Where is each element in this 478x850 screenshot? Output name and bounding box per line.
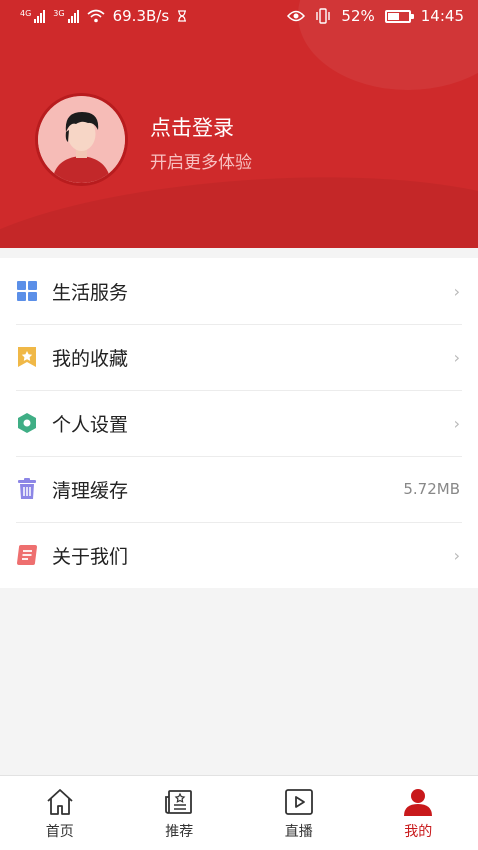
status-bar: 4G 3G 69.3B/s 52% 14:45 — [0, 0, 478, 32]
tab-label: 首页 — [45, 824, 74, 840]
tab-label: 直播 — [284, 824, 313, 840]
login-prompt[interactable]: 点击登录 — [150, 112, 234, 142]
news-icon — [165, 790, 193, 814]
tab-home[interactable]: 首页 — [0, 776, 120, 850]
hexagon-settings-icon — [18, 413, 36, 433]
clock: 14:45 — [420, 7, 464, 25]
network-speed: 69.3B/s — [112, 7, 170, 25]
menu-item-label: 个人设置 — [52, 413, 129, 436]
vibrate-icon — [316, 8, 331, 24]
eye-icon — [287, 10, 306, 22]
menu-item-about-us[interactable]: 关于我们 › — [0, 522, 478, 588]
bottom-navigation: 首页 推荐 直播 我的 — [0, 775, 478, 850]
status-bar-right: 52% 14:45 — [287, 7, 464, 25]
tab-live[interactable]: 直播 — [239, 776, 359, 850]
menu-item-label: 清理缓存 — [52, 479, 129, 502]
tab-label: 我的 — [404, 824, 433, 840]
document-icon — [17, 545, 37, 565]
tab-recommend[interactable]: 推荐 — [120, 776, 240, 850]
avatar[interactable] — [35, 93, 128, 186]
hourglass-icon — [178, 10, 187, 22]
menu-item-label: 我的收藏 — [52, 347, 129, 370]
menu-item-personal-settings[interactable]: 个人设置 › — [0, 390, 478, 456]
tab-label: 推荐 — [165, 824, 194, 840]
star-bookmark-icon — [18, 347, 36, 367]
person-avatar-icon — [38, 96, 125, 183]
chevron-right-icon: › — [453, 347, 460, 367]
settings-menu: 生活服务 › 我的收藏 › 个人设置 › 清理缓存 5.72MB 关于我们 › — [0, 258, 478, 588]
menu-item-favorites[interactable]: 我的收藏 › — [0, 324, 478, 390]
home-icon — [47, 789, 73, 815]
status-bar-left: 4G 3G 69.3B/s — [20, 7, 187, 25]
chevron-right-icon: › — [453, 413, 460, 433]
signal-4g-icon: 4G — [20, 9, 46, 23]
tab-mine[interactable]: 我的 — [359, 776, 478, 850]
trash-icon — [18, 478, 36, 499]
menu-item-clear-cache[interactable]: 清理缓存 5.72MB — [0, 456, 478, 522]
signal-3g-icon: 3G — [53, 9, 79, 23]
wifi-icon — [87, 9, 105, 23]
grid-icon — [17, 281, 37, 301]
chevron-right-icon: › — [453, 545, 460, 565]
menu-item-label: 生活服务 — [52, 281, 129, 304]
login-subtitle: 开启更多体验 — [150, 153, 252, 173]
chevron-right-icon: › — [453, 281, 460, 301]
user-icon — [404, 789, 433, 816]
play-icon — [284, 789, 313, 815]
menu-item-life-services[interactable]: 生活服务 › — [0, 258, 478, 324]
cache-size: 5.72MB — [403, 480, 460, 498]
battery-percent: 52% — [341, 7, 375, 25]
battery-icon — [384, 9, 414, 23]
menu-item-label: 关于我们 — [52, 545, 129, 568]
profile-header: 4G 3G 69.3B/s 52% 14:45 点击登录 开启更多体验 — [0, 0, 478, 248]
